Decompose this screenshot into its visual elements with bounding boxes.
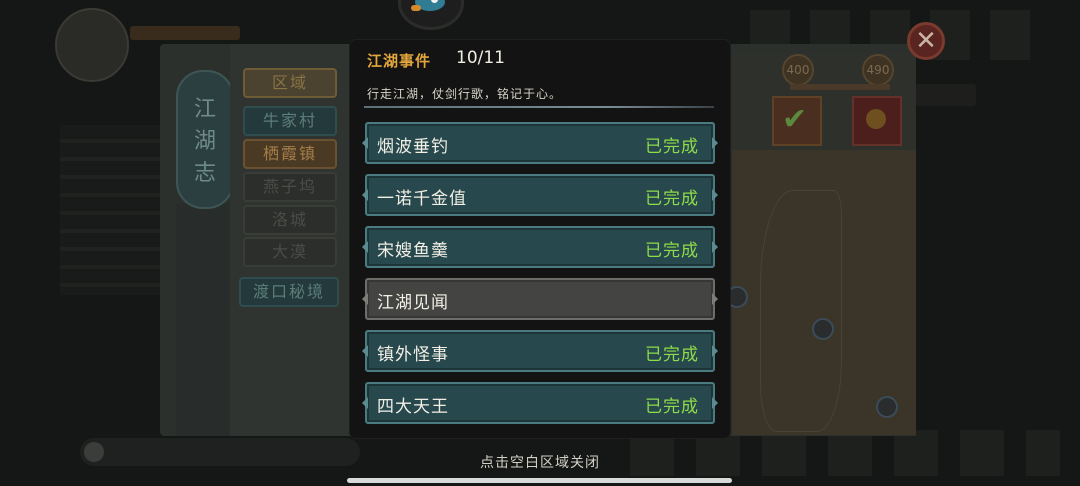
event-status: 已完成 [645, 137, 699, 157]
home-indicator[interactable] [347, 478, 732, 483]
region-tab-luocheng[interactable]: 洛城 [243, 205, 337, 235]
flower-icon [866, 109, 886, 129]
event-name: 镇外怪事 [377, 345, 449, 365]
map-character [876, 396, 898, 418]
event-status: 已完成 [645, 189, 699, 209]
event-count: 10/11 [456, 48, 505, 68]
region-header: 区域 [243, 68, 337, 98]
stat-badge-1: 400 [782, 54, 814, 86]
divider [364, 106, 714, 108]
event-item[interactable]: 宋嫂鱼羹 已完成 [365, 226, 715, 268]
event-status: 已完成 [645, 345, 699, 365]
region-tab-yanziwu[interactable]: 燕子坞 [243, 172, 337, 202]
event-name: 一诺千金值 [377, 189, 467, 209]
event-name: 四大天王 [377, 397, 449, 417]
event-item[interactable]: 四大天王 已完成 [365, 382, 715, 424]
popup-description: 行走江湖，仗剑行歌，铭记于心。 [367, 87, 563, 101]
book-spine-base [176, 204, 230, 436]
map-road [760, 190, 842, 432]
region-tab-dukou[interactable]: 渡口秘境 [239, 277, 339, 307]
check-icon: ✔ [782, 102, 808, 137]
event-status: 已完成 [645, 397, 699, 417]
reward-tile [852, 96, 902, 146]
region-tab-niujiacun[interactable]: 牛家村 [243, 106, 337, 136]
close-hint[interactable]: 点击空白区域关闭 [0, 452, 1080, 472]
event-name: 宋嫂鱼羹 [377, 241, 449, 261]
mascot-fin [411, 5, 421, 11]
event-item[interactable]: 江湖见闻 [365, 278, 715, 320]
close-button[interactable]: ✕ [907, 22, 945, 60]
event-name: 烟波垂钓 [377, 137, 449, 157]
player-exp-bar [130, 26, 240, 40]
book-spine: 江湖志 [176, 70, 234, 209]
map-character [812, 318, 834, 340]
progress-track [790, 84, 890, 90]
side-tab [916, 84, 976, 106]
event-name: 江湖见闻 [377, 293, 449, 313]
close-icon: ✕ [915, 26, 937, 56]
event-status: 已完成 [645, 241, 699, 261]
event-list: 烟波垂钓 已完成 一诺千金值 已完成 宋嫂鱼羹 已完成 江湖见闻 镇外怪事 已完… [365, 122, 715, 434]
region-tab-damo[interactable]: 大漠 [243, 237, 337, 267]
popup-title: 江湖事件 [367, 52, 432, 70]
event-item[interactable]: 一诺千金值 已完成 [365, 174, 715, 216]
region-tab-qixiazhen[interactable]: 栖霞镇 [243, 139, 337, 169]
quest-tracker [60, 125, 160, 295]
book-spine-title: 江湖志 [193, 97, 216, 186]
event-item[interactable]: 镇外怪事 已完成 [365, 330, 715, 372]
stat-badge-2: 490 [862, 54, 894, 86]
reward-tile-claimed: ✔ [772, 96, 822, 146]
event-item[interactable]: 烟波垂钓 已完成 [365, 122, 715, 164]
player-avatar [55, 8, 129, 82]
